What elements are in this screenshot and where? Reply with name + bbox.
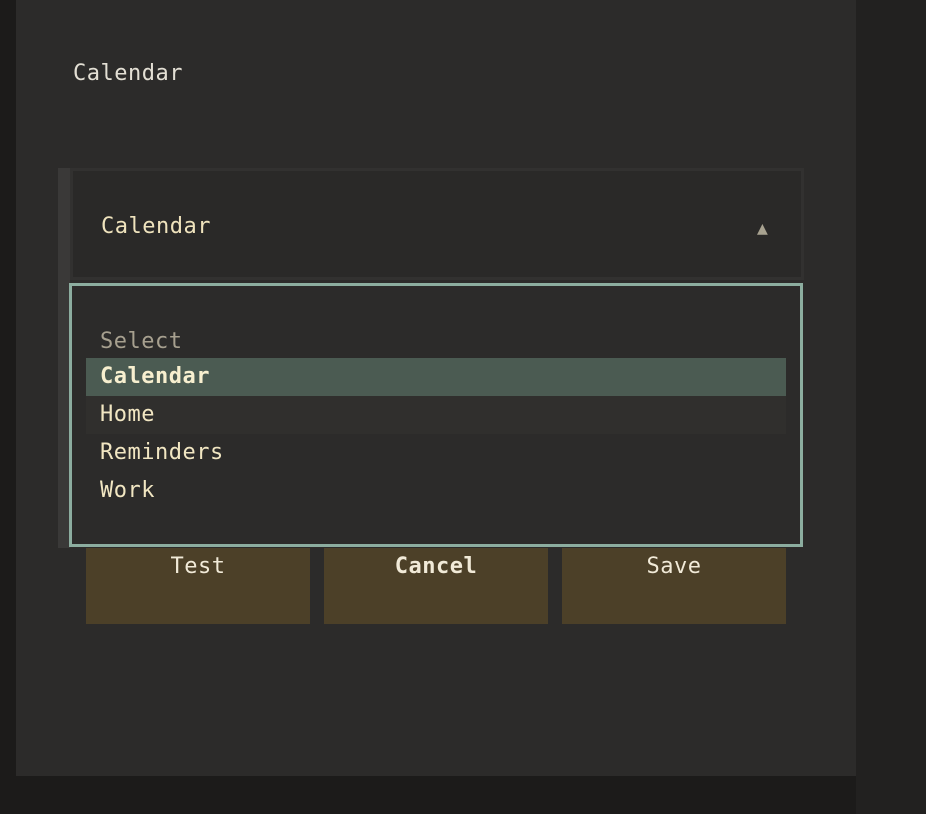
cancel-button[interactable]: Cancel: [324, 548, 548, 624]
calendar-select[interactable]: Calendar ▲: [70, 168, 804, 280]
option-home[interactable]: Home: [86, 396, 786, 434]
save-button[interactable]: Save: [562, 548, 786, 624]
option-select-placeholder[interactable]: Select: [86, 323, 786, 361]
option-work[interactable]: Work: [86, 472, 786, 510]
dialog-panel: Calendar Calendar ▲ Select Calendar Home…: [16, 0, 856, 776]
dropdown-list[interactable]: Select Calendar Home Reminders Work: [69, 283, 803, 547]
option-calendar[interactable]: Calendar: [86, 358, 786, 396]
field-label: Calendar: [73, 61, 183, 86]
triangle-up-icon: ▲: [757, 218, 768, 239]
select-value: Calendar: [101, 214, 211, 239]
test-button[interactable]: Test: [86, 548, 310, 624]
background-strip: [856, 0, 926, 814]
option-reminders[interactable]: Reminders: [86, 434, 786, 472]
